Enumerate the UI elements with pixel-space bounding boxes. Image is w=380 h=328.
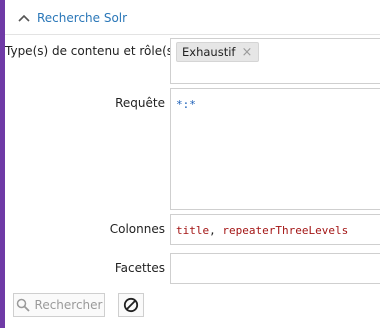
columns-label: Colonnes (109, 222, 165, 236)
search-button-label: Rechercher (34, 298, 103, 312)
solr-search-panel: Recherche Solr Type(s) de contenu et rôl… (5, 0, 380, 328)
content-types-label: Type(s) de contenu et rôle(s) (5, 44, 178, 58)
content-type-tag-label: Exhaustif (182, 45, 236, 59)
reset-button[interactable] (118, 293, 144, 317)
content-types-field[interactable]: Exhaustif × (170, 38, 380, 84)
columns-input[interactable]: title, repeaterThreeLevels (170, 214, 380, 245)
content-type-tag: Exhaustif × (176, 42, 260, 62)
clear-icon (123, 297, 139, 313)
query-textarea[interactable]: *:* (170, 88, 380, 210)
columns-separator: , (209, 224, 223, 237)
query-value: *:* (176, 98, 196, 111)
facets-row: Facettes (5, 253, 380, 284)
tag-remove-icon[interactable]: × (241, 46, 252, 59)
content-types-row: Type(s) de contenu et rôle(s) Exhaustif … (5, 38, 380, 84)
facets-input[interactable] (170, 253, 380, 284)
chevron-up-icon[interactable] (17, 11, 31, 25)
query-row: Requête *:* (5, 88, 380, 210)
search-button[interactable]: Rechercher (13, 293, 105, 317)
facets-label: Facettes (114, 261, 165, 275)
query-label: Requête (115, 96, 165, 110)
columns-value-repeater: repeaterThreeLevels (222, 224, 349, 237)
panel-title[interactable]: Recherche Solr (37, 11, 127, 25)
search-icon (16, 298, 30, 312)
panel-header[interactable]: Recherche Solr (5, 2, 380, 35)
columns-value-title: title (176, 224, 210, 237)
columns-row: Colonnes title, repeaterThreeLevels (5, 214, 380, 245)
